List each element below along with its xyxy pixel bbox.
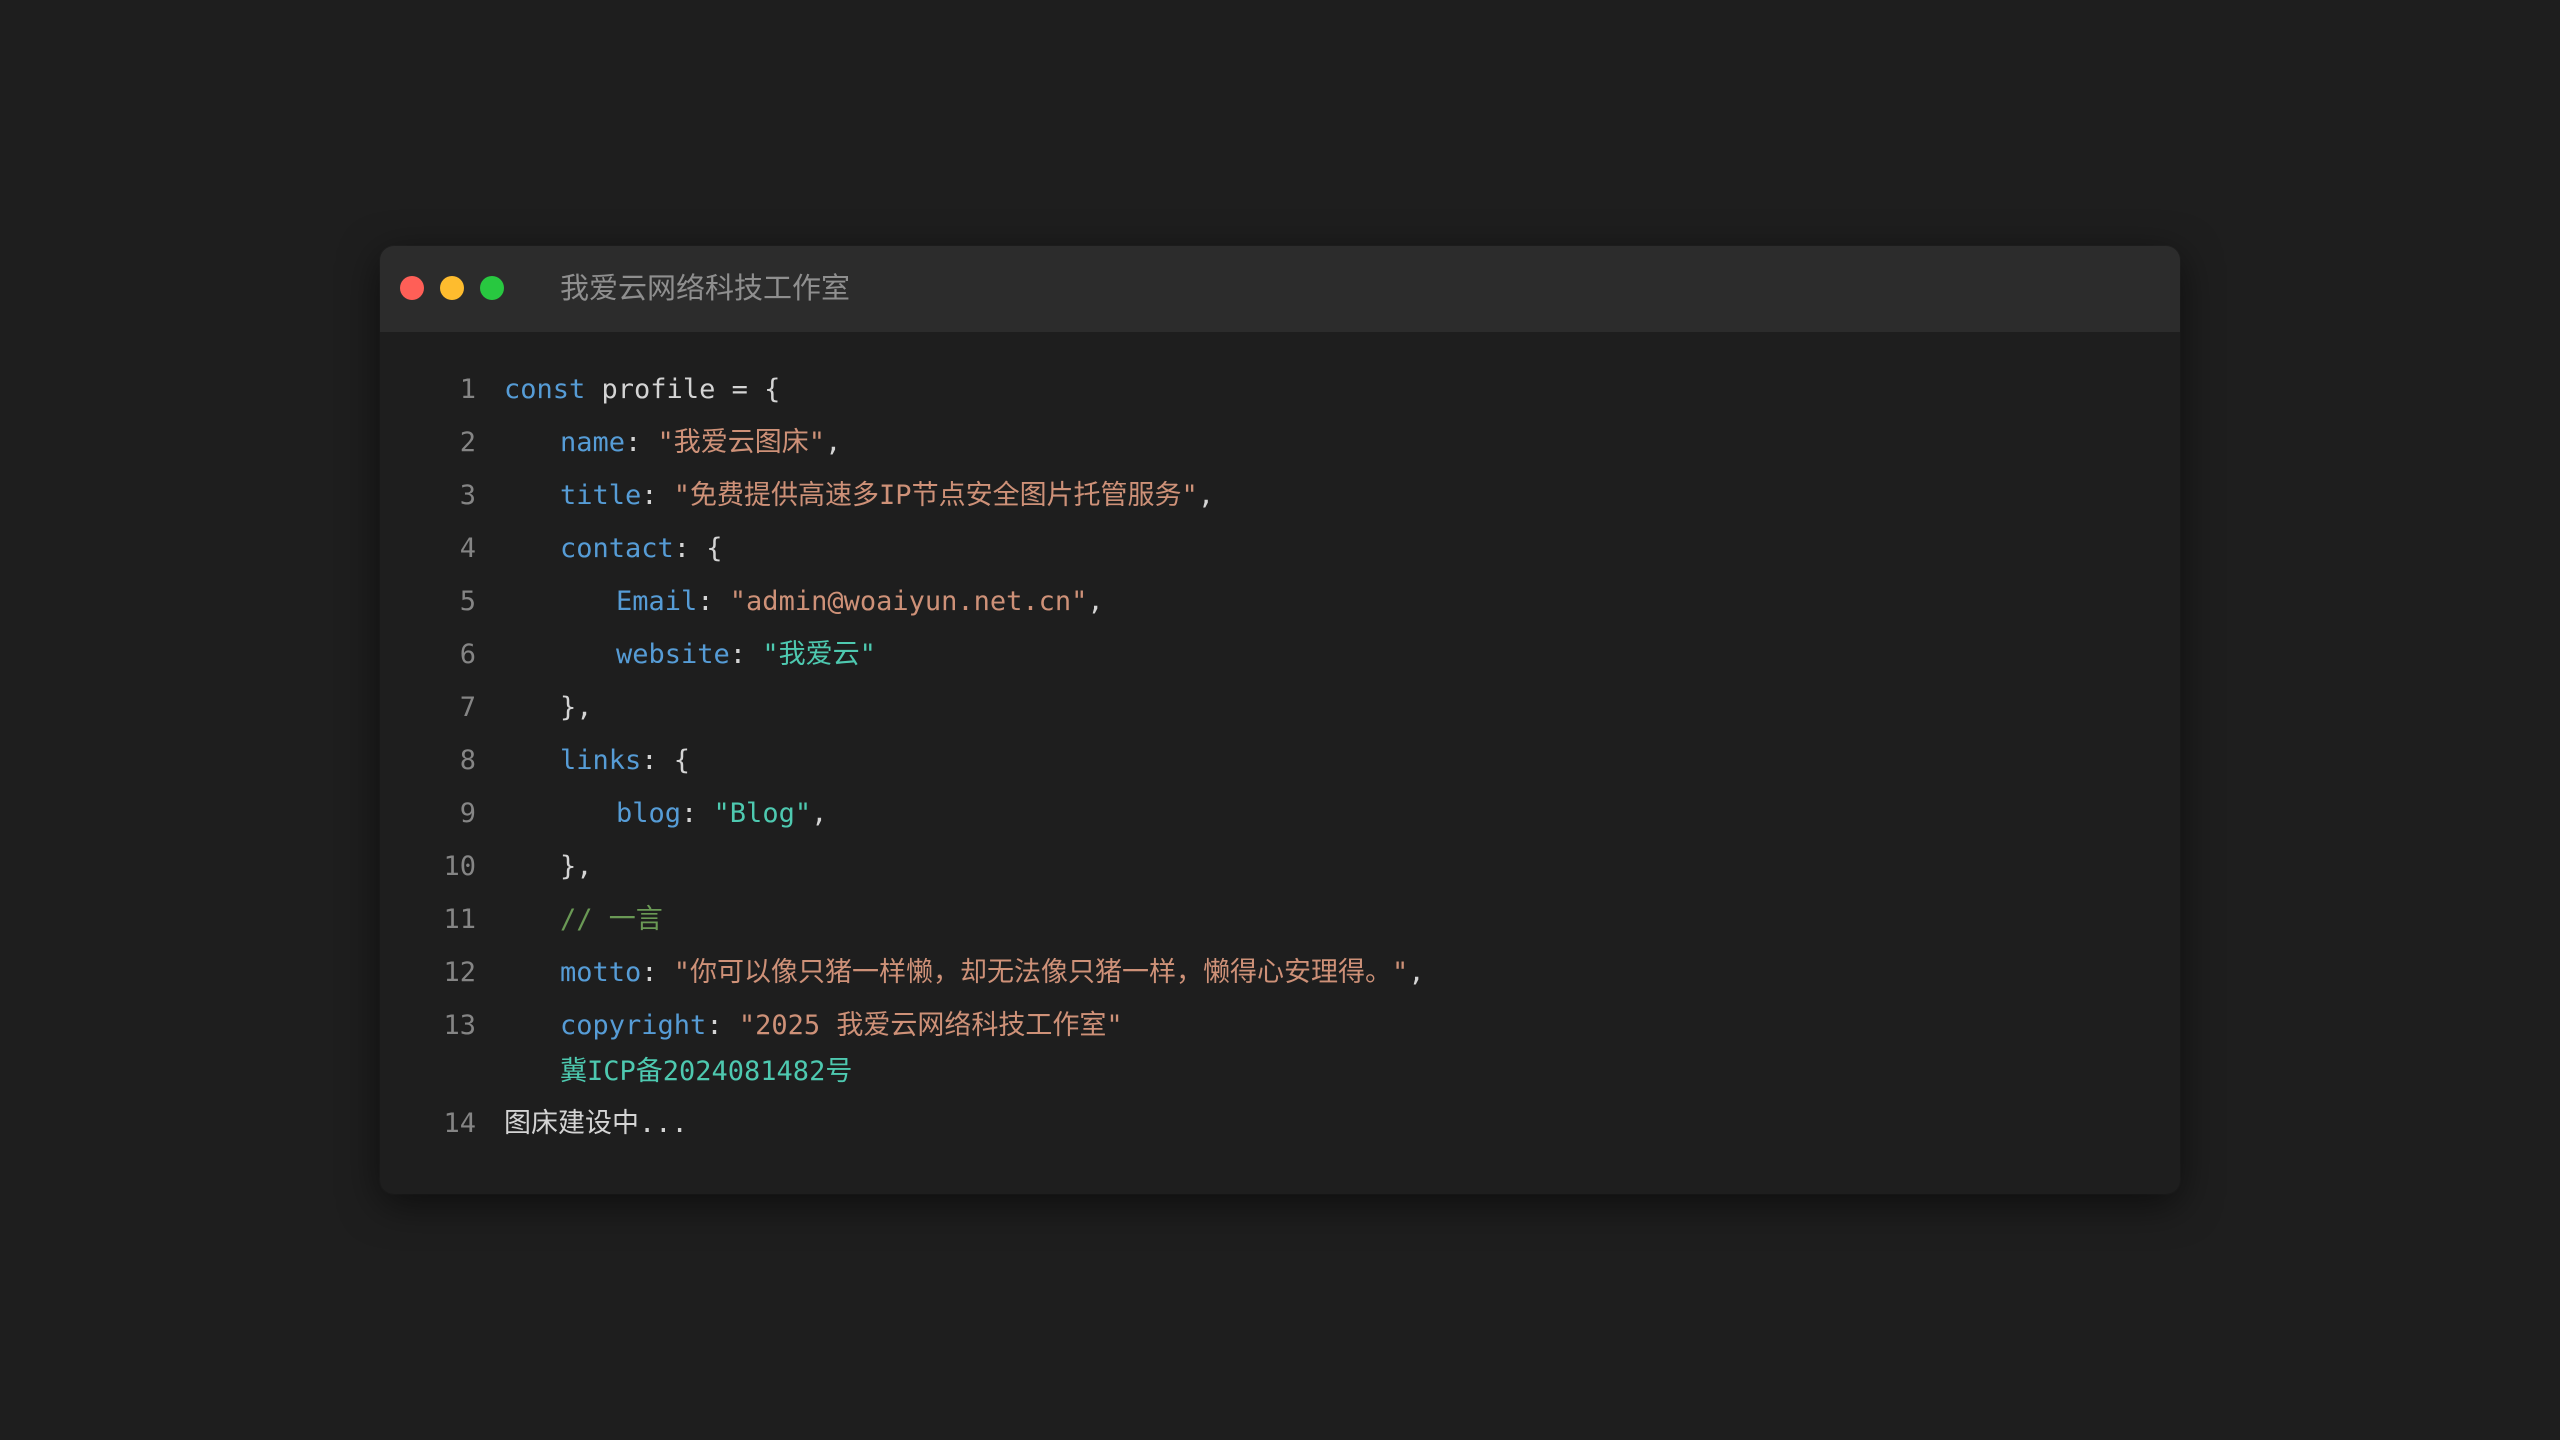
close-window-button[interactable] (400, 276, 424, 300)
line-number: 14 (443, 1108, 476, 1139)
line-content: website: "我爱云" (504, 637, 876, 673)
punctuation: : (729, 639, 763, 670)
string-value: "admin@woaiyun.net.cn" (729, 586, 1088, 617)
line-content: links: { (504, 743, 690, 779)
code-line: 14 图床建设中... (380, 1106, 2180, 1159)
status-text: 图床建设中... (504, 1108, 688, 1139)
line-content: }, (504, 849, 593, 885)
code-line: 11 // 一言 (380, 902, 2180, 955)
line-number: 2 (459, 427, 476, 458)
line-number: 8 (459, 745, 476, 776)
code-line: 6 website: "我爱云" (380, 637, 2180, 690)
line-number: 3 (459, 480, 476, 511)
string-value: "2025 我爱云网络科技工作室" (738, 1010, 1123, 1041)
line-number: 10 (443, 851, 476, 882)
website-link[interactable]: "我爱云" (762, 639, 876, 670)
blog-link[interactable]: "Blog" (714, 798, 812, 829)
punctuation: , (811, 798, 828, 829)
code-line: 2 name: "我爱云图床", (380, 425, 2180, 478)
code-comment: // 一言 (560, 904, 663, 935)
line-number: 5 (459, 586, 476, 617)
line-number: 4 (459, 533, 476, 564)
line-content: copyright: "2025 我爱云网络科技工作室" 冀ICP备2024081… (504, 1008, 1123, 1090)
keyword-const: const (504, 374, 586, 405)
punctuation: : { (641, 745, 691, 776)
property-key: contact (560, 533, 674, 564)
copyright-row: copyright: "2025 我爱云网络科技工作室" (504, 1008, 1123, 1044)
property-key: motto (560, 957, 642, 988)
code-line: 4 contact: { (380, 531, 2180, 584)
line-content: }, (504, 690, 593, 726)
property-key: blog (616, 798, 682, 829)
punctuation: : (706, 1010, 739, 1041)
code-line: 3 title: "免费提供高速多IP节点安全图片托管服务", (380, 478, 2180, 531)
punctuation: : { (673, 533, 723, 564)
line-number: 13 (443, 1010, 476, 1041)
code-line: 13 copyright: "2025 我爱云网络科技工作室" 冀ICP备2024… (380, 1008, 2180, 1106)
line-content: motto: "你可以像只猪一样懒，却无法像只猪一样，懒得心安理得。", (504, 955, 1425, 991)
line-number: 9 (459, 798, 476, 829)
line-content: name: "我爱云图床", (504, 425, 841, 461)
code-line: 8 links: { (380, 743, 2180, 796)
punctuation: : (681, 798, 714, 829)
code-text: profile = { (585, 374, 781, 405)
maximize-window-button[interactable] (480, 276, 504, 300)
punctuation: , (1197, 480, 1215, 511)
line-content: const profile = { (504, 372, 780, 408)
property-key: copyright (560, 1010, 707, 1041)
line-content: title: "免费提供高速多IP节点安全图片托管服务", (504, 478, 1214, 514)
line-content: blog: "Blog", (504, 796, 827, 832)
code-line: 9 blog: "Blog", (380, 796, 2180, 849)
punctuation: : (697, 586, 730, 617)
property-key: links (560, 745, 642, 776)
punctuation: , (1408, 957, 1425, 988)
line-number: 6 (459, 639, 476, 670)
code-line: 10 }, (380, 849, 2180, 902)
window-title: 我爱云网络科技工作室 (560, 271, 851, 305)
punctuation: }, (560, 851, 593, 882)
line-number: 1 (459, 374, 476, 405)
punctuation: , (1087, 586, 1104, 617)
string-value: "你可以像只猪一样懒，却无法像只猪一样，懒得心安理得。" (673, 957, 1409, 988)
property-key: name (560, 427, 626, 458)
punctuation: : (641, 480, 674, 511)
code-window: 我爱云网络科技工作室 1 const profile = { 2 name: "… (380, 246, 2180, 1194)
line-content: contact: { (504, 531, 723, 567)
code-line: 1 const profile = { (380, 372, 2180, 425)
code-line: 7 }, (380, 690, 2180, 743)
string-value: "我爱云图床" (657, 427, 826, 458)
property-key: website (616, 639, 730, 670)
line-content: Email: "admin@woaiyun.net.cn", (504, 584, 1104, 620)
code-line: 12 motto: "你可以像只猪一样懒，却无法像只猪一样，懒得心安理得。", (380, 955, 2180, 1008)
line-content: // 一言 (504, 902, 663, 938)
icp-license-link[interactable]: 冀ICP备2024081482号 (504, 1054, 1123, 1090)
title-bar: 我爱云网络科技工作室 (380, 246, 2180, 332)
punctuation: , (825, 427, 842, 458)
property-key: title (560, 480, 642, 511)
line-content: 图床建设中... (504, 1106, 688, 1142)
property-key: Email (616, 586, 698, 617)
punctuation: }, (560, 692, 593, 723)
punctuation: : (625, 427, 658, 458)
code-editor: 1 const profile = { 2 name: "我爱云图床", 3 t… (380, 372, 2180, 1159)
line-number: 7 (459, 692, 476, 723)
string-value: "免费提供高速多IP节点安全图片托管服务" (673, 480, 1198, 511)
punctuation: : (641, 957, 674, 988)
line-number: 12 (443, 957, 476, 988)
minimize-window-button[interactable] (440, 276, 464, 300)
line-number: 11 (443, 904, 476, 935)
code-line: 5 Email: "admin@woaiyun.net.cn", (380, 584, 2180, 637)
